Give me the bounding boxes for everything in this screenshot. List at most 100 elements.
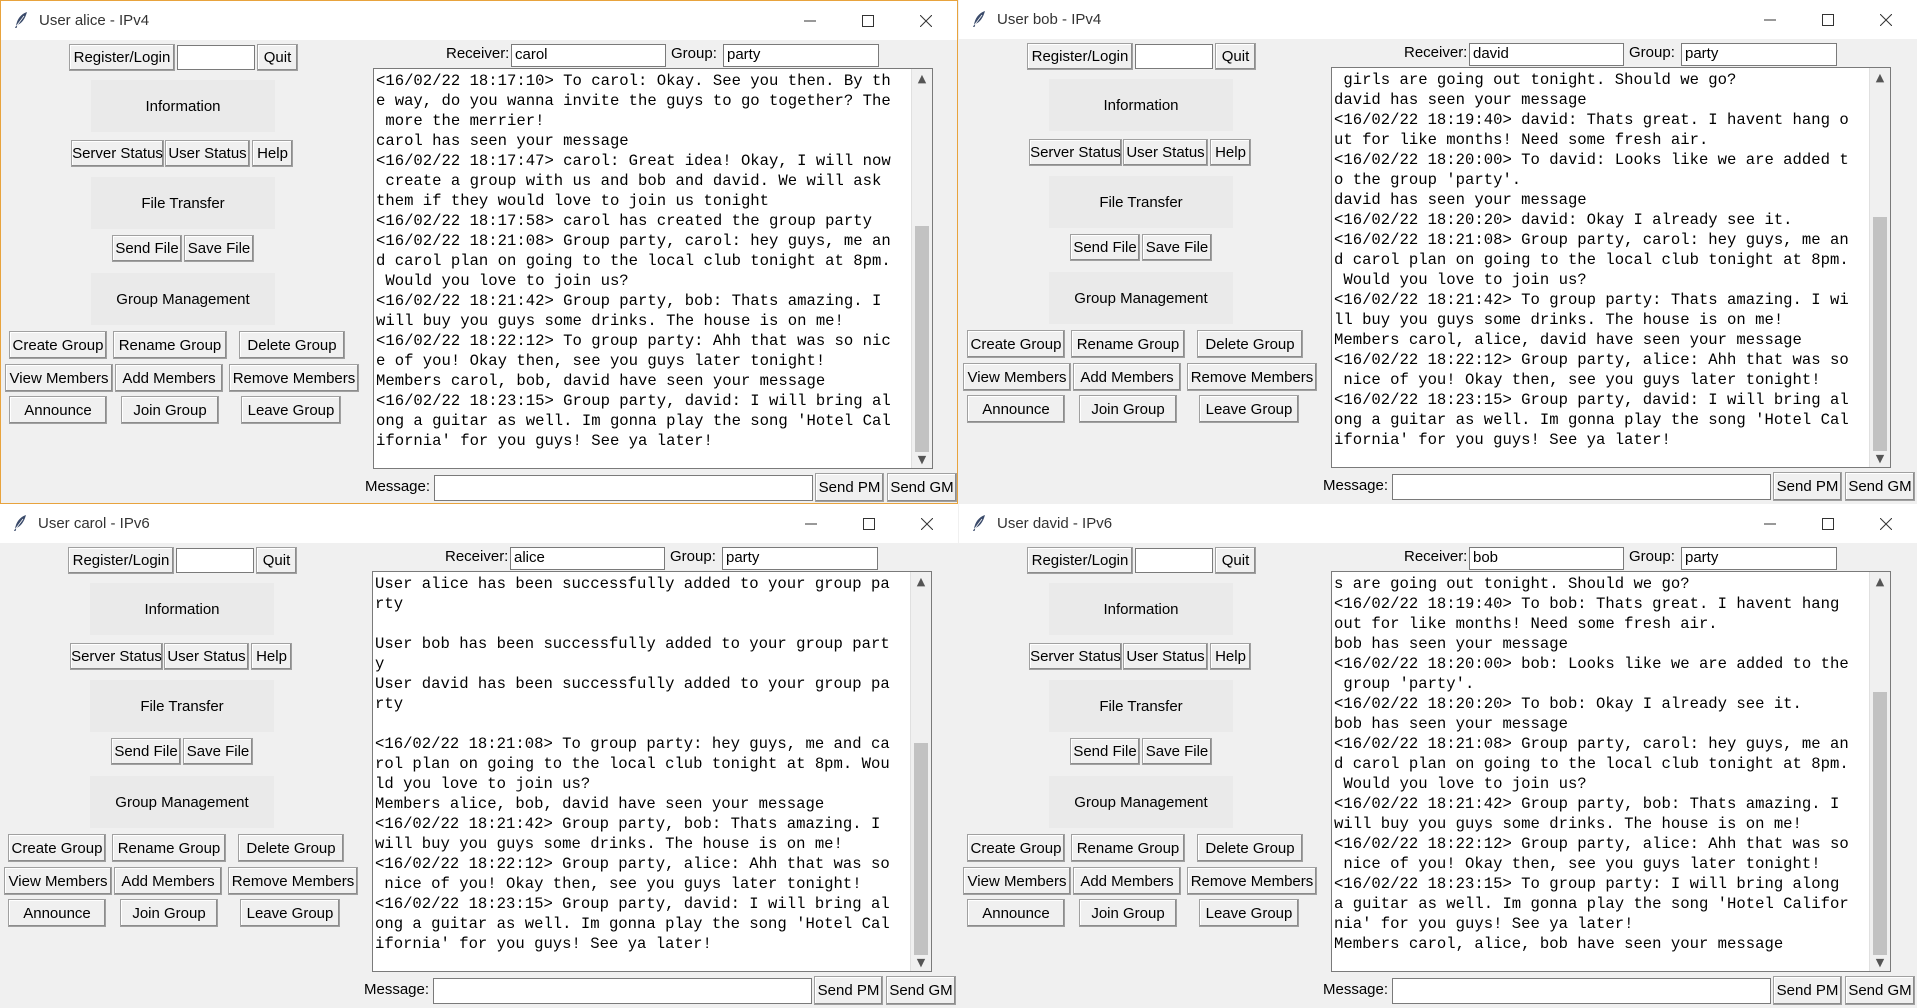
add-members-button[interactable]: Add Members xyxy=(1073,867,1181,895)
chat-history[interactable]: girls are going out tonight. Should we g… xyxy=(1331,67,1891,468)
register-login-button[interactable]: Register/Login xyxy=(1027,547,1133,574)
window-titlebar[interactable]: User alice - IPv4 xyxy=(1,1,957,40)
help-button[interactable]: Help xyxy=(1210,643,1251,670)
send-pm-button[interactable]: Send PM xyxy=(1773,976,1842,1005)
view-members-button[interactable]: View Members xyxy=(963,867,1071,895)
group-input[interactable]: party xyxy=(1681,43,1837,66)
group-input[interactable]: party xyxy=(722,547,878,570)
add-members-button[interactable]: Add Members xyxy=(114,867,222,895)
help-button[interactable]: Help xyxy=(252,140,293,167)
announce-button[interactable]: Announce xyxy=(967,395,1065,423)
remove-members-button[interactable]: Remove Members xyxy=(229,364,359,392)
quit-button[interactable]: Quit xyxy=(256,547,297,574)
leave-group-button[interactable]: Leave Group xyxy=(241,396,341,424)
minimize-icon[interactable] xyxy=(782,504,840,543)
quit-button[interactable]: Quit xyxy=(1215,547,1256,574)
register-login-button[interactable]: Register/Login xyxy=(69,44,175,71)
window-titlebar[interactable]: User david - IPv6 xyxy=(959,504,1917,543)
create-group-button[interactable]: Create Group xyxy=(9,331,107,359)
delete-group-button[interactable]: Delete Group xyxy=(1197,330,1303,358)
send-pm-button[interactable]: Send PM xyxy=(815,473,884,502)
send-file-button[interactable]: Send File xyxy=(112,235,182,262)
close-icon[interactable] xyxy=(1857,504,1915,543)
send-gm-button[interactable]: Send GM xyxy=(886,976,956,1005)
chat-history[interactable]: User alice has been successfully added t… xyxy=(372,571,932,972)
chat-scrollbar[interactable]: ▲ ▼ xyxy=(910,572,931,971)
group-input[interactable]: party xyxy=(1681,547,1837,570)
receiver-input[interactable]: alice xyxy=(510,547,665,570)
remove-members-button[interactable]: Remove Members xyxy=(1187,363,1317,391)
scroll-down-arrow-icon[interactable]: ▼ xyxy=(912,450,932,468)
announce-button[interactable]: Announce xyxy=(8,899,106,927)
delete-group-button[interactable]: Delete Group xyxy=(1197,834,1303,862)
create-group-button[interactable]: Create Group xyxy=(967,330,1065,358)
register-login-button[interactable]: Register/Login xyxy=(1027,43,1133,70)
receiver-input[interactable]: david xyxy=(1469,43,1624,66)
username-input[interactable] xyxy=(176,548,254,573)
close-icon[interactable] xyxy=(898,504,956,543)
save-file-button[interactable]: Save File xyxy=(1142,234,1212,261)
view-members-button[interactable]: View Members xyxy=(5,364,113,392)
join-group-button[interactable]: Join Group xyxy=(121,396,219,424)
save-file-button[interactable]: Save File xyxy=(184,235,254,262)
scroll-down-arrow-icon[interactable]: ▼ xyxy=(911,953,931,971)
scroll-down-arrow-icon[interactable]: ▼ xyxy=(1870,449,1890,467)
leave-group-button[interactable]: Leave Group xyxy=(1199,395,1299,423)
delete-group-button[interactable]: Delete Group xyxy=(238,834,344,862)
close-icon[interactable] xyxy=(897,1,955,40)
register-login-button[interactable]: Register/Login xyxy=(68,547,174,574)
save-file-button[interactable]: Save File xyxy=(1142,738,1212,765)
leave-group-button[interactable]: Leave Group xyxy=(1199,899,1299,927)
scrollbar-thumb[interactable] xyxy=(1873,692,1887,955)
maximize-icon[interactable] xyxy=(1799,504,1857,543)
message-input[interactable] xyxy=(1392,978,1771,1004)
message-input[interactable] xyxy=(434,475,813,501)
server-status-button[interactable]: Server Status xyxy=(1029,643,1122,670)
username-input[interactable] xyxy=(1135,44,1213,69)
save-file-button[interactable]: Save File xyxy=(183,738,253,765)
rename-group-button[interactable]: Rename Group xyxy=(1071,330,1185,358)
chat-scrollbar[interactable]: ▲ ▼ xyxy=(911,69,932,468)
message-input[interactable] xyxy=(433,978,812,1004)
join-group-button[interactable]: Join Group xyxy=(1079,899,1177,927)
add-members-button[interactable]: Add Members xyxy=(115,364,223,392)
delete-group-button[interactable]: Delete Group xyxy=(239,331,345,359)
minimize-icon[interactable] xyxy=(1741,0,1799,39)
quit-button[interactable]: Quit xyxy=(1215,43,1256,70)
user-status-button[interactable]: User Status xyxy=(164,643,249,670)
help-button[interactable]: Help xyxy=(251,643,292,670)
minimize-icon[interactable] xyxy=(781,1,839,40)
remove-members-button[interactable]: Remove Members xyxy=(228,867,358,895)
window-titlebar[interactable]: User bob - IPv4 xyxy=(959,0,1917,39)
send-file-button[interactable]: Send File xyxy=(1070,234,1140,261)
server-status-button[interactable]: Server Status xyxy=(71,140,164,167)
view-members-button[interactable]: View Members xyxy=(4,867,112,895)
username-input[interactable] xyxy=(1135,548,1213,573)
leave-group-button[interactable]: Leave Group xyxy=(240,899,340,927)
minimize-icon[interactable] xyxy=(1741,504,1799,543)
scrollbar-thumb[interactable] xyxy=(915,225,929,452)
scroll-up-arrow-icon[interactable]: ▲ xyxy=(911,572,931,590)
quit-button[interactable]: Quit xyxy=(257,44,298,71)
maximize-icon[interactable] xyxy=(1799,0,1857,39)
user-status-button[interactable]: User Status xyxy=(165,140,250,167)
view-members-button[interactable]: View Members xyxy=(963,363,1071,391)
scroll-up-arrow-icon[interactable]: ▲ xyxy=(1870,572,1890,590)
scroll-up-arrow-icon[interactable]: ▲ xyxy=(912,69,932,87)
send-gm-button[interactable]: Send GM xyxy=(1845,472,1915,501)
send-pm-button[interactable]: Send PM xyxy=(814,976,883,1005)
scrollbar-thumb[interactable] xyxy=(1873,217,1887,451)
rename-group-button[interactable]: Rename Group xyxy=(113,331,227,359)
chat-scrollbar[interactable]: ▲ ▼ xyxy=(1869,572,1890,971)
scroll-down-arrow-icon[interactable]: ▼ xyxy=(1870,953,1890,971)
chat-scrollbar[interactable]: ▲ ▼ xyxy=(1869,68,1890,467)
maximize-icon[interactable] xyxy=(840,504,898,543)
send-gm-button[interactable]: Send GM xyxy=(1845,976,1915,1005)
remove-members-button[interactable]: Remove Members xyxy=(1187,867,1317,895)
announce-button[interactable]: Announce xyxy=(9,396,107,424)
chat-history[interactable]: s are going out tonight. Should we go? <1… xyxy=(1331,571,1891,972)
send-pm-button[interactable]: Send PM xyxy=(1773,472,1842,501)
create-group-button[interactable]: Create Group xyxy=(8,834,106,862)
server-status-button[interactable]: Server Status xyxy=(1029,139,1122,166)
maximize-icon[interactable] xyxy=(839,1,897,40)
